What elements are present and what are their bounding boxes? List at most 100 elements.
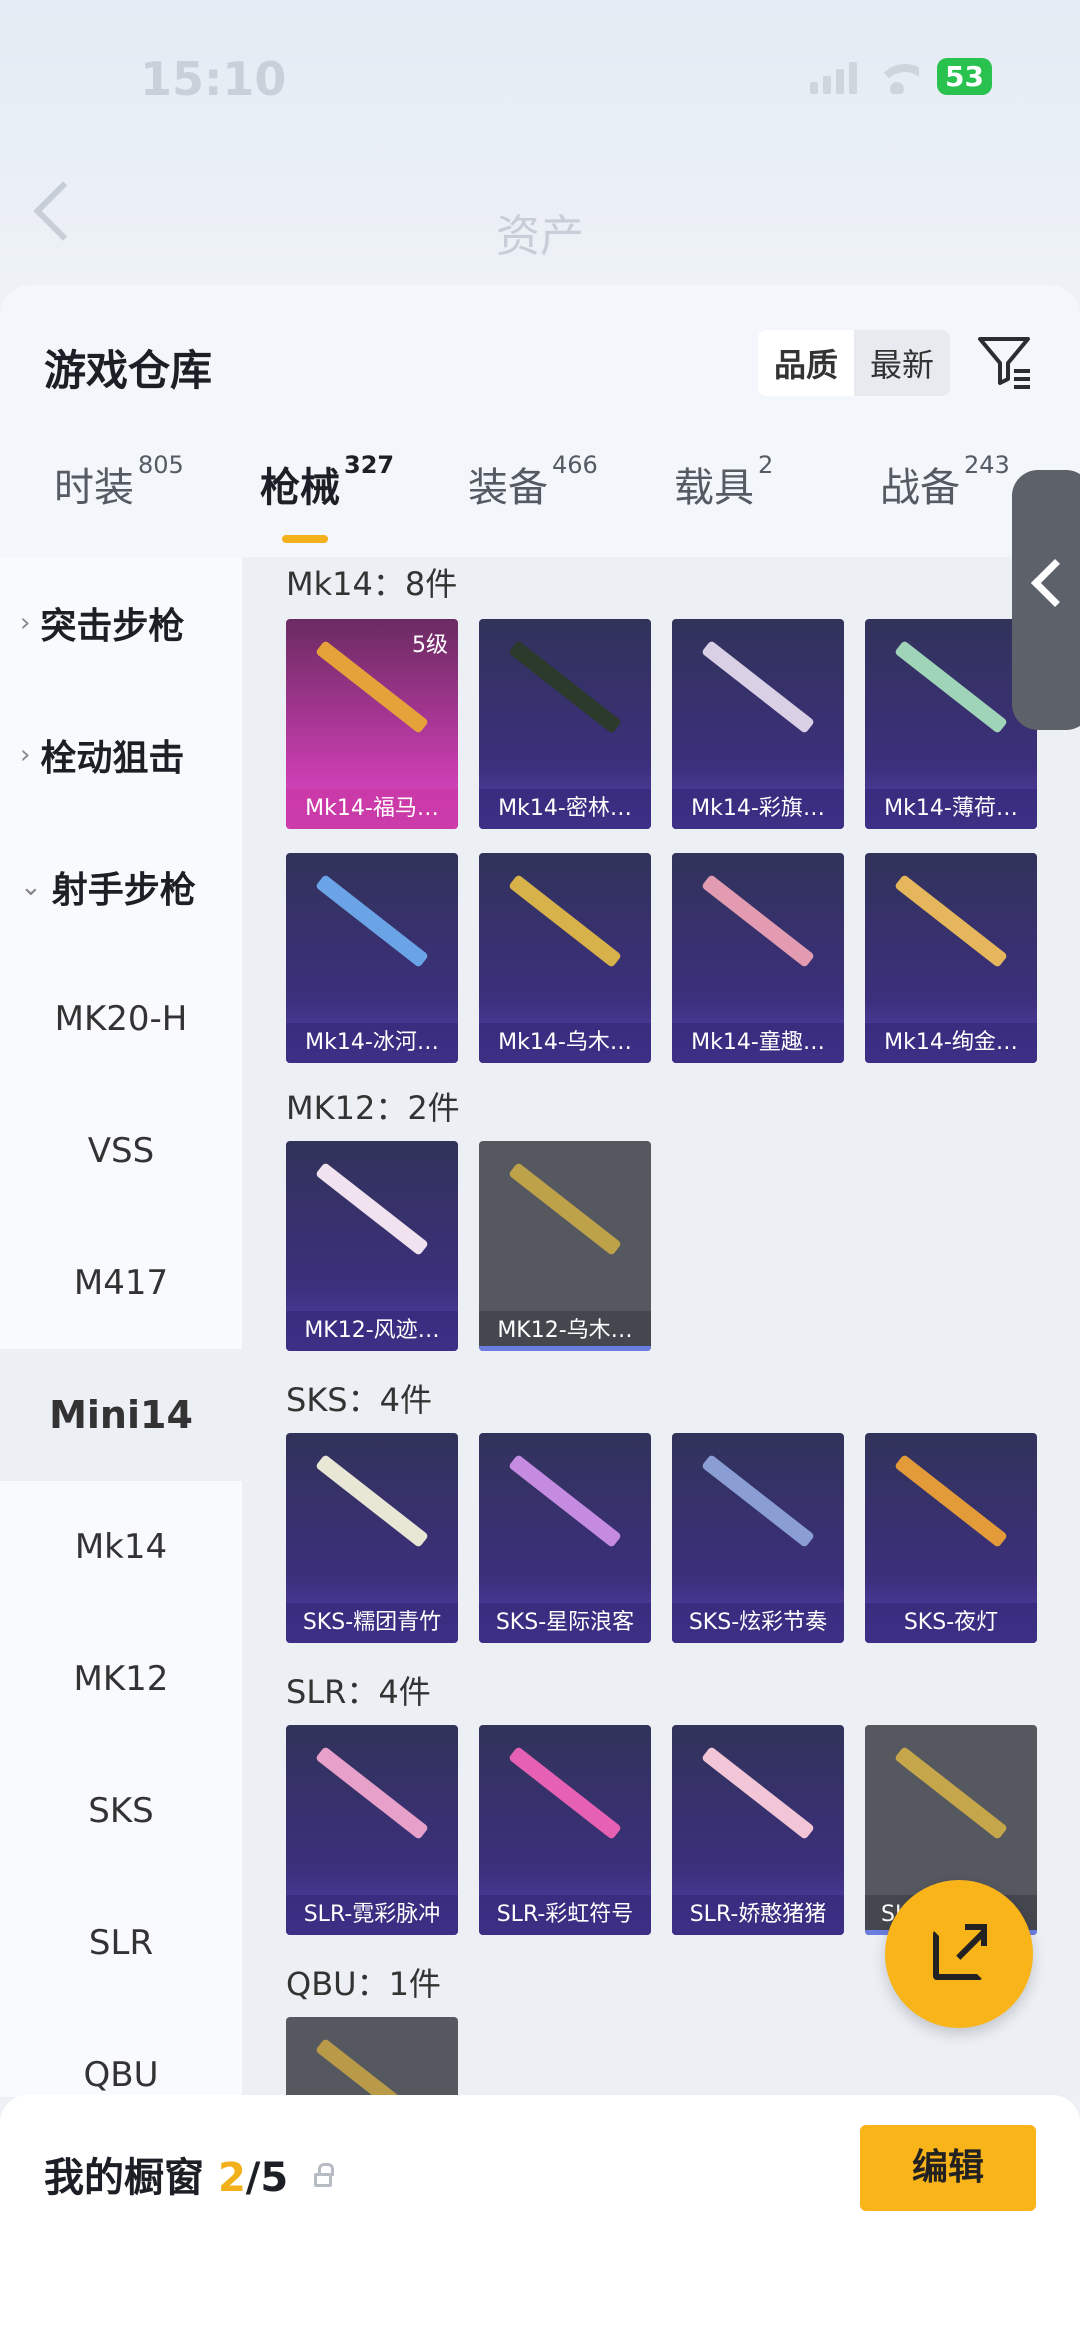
sidebar-group-bolt-sniper[interactable]: › 栓动狙击 — [0, 689, 242, 821]
skin-name: MK12-风迹… — [286, 1311, 458, 1351]
weapon-sidebar: › 突击步枪 › 栓动狙击 ⌄ 射手步枪 MK20-H VSS M417 Mini14… — [0, 557, 242, 2097]
status-icons: 53 — [810, 58, 992, 95]
app-header: 15:10 53 资产 — [0, 0, 1080, 285]
card-underline — [479, 1346, 651, 1351]
side-drawer-handle[interactable] — [1012, 470, 1080, 730]
skin-name: Mk14-薄荷… — [865, 789, 1037, 829]
skin-card[interactable]: SKS-星际浪客 — [479, 1433, 651, 1643]
wifi-icon — [875, 60, 920, 94]
sidebar-item-mini14[interactable]: Mini14 — [0, 1349, 242, 1481]
external-link-arrowhead — [965, 1924, 987, 1946]
gun-icon — [701, 1454, 815, 1548]
gun-icon — [701, 640, 815, 734]
skin-grid: Mk14：8件 5级 Mk14-福马… Mk14-密林… Mk14-彩旗… Mk1… — [242, 557, 1080, 2097]
chevron-right-icon: › — [20, 608, 31, 638]
sort-newest-button[interactable]: 最新 — [854, 330, 950, 396]
skin-name: Mk14-绚金… — [865, 1023, 1037, 1063]
skin-card[interactable]: SKS-糯团青竹 — [286, 1433, 458, 1643]
category-tabs: 时装 805 枪械 327 装备 466 载具 2 战备 243 — [0, 455, 1080, 545]
sidebar-item-mk12[interactable]: MK12 — [0, 1613, 242, 1745]
active-tab-indicator — [282, 535, 328, 543]
sidebar-item-mk20h[interactable]: MK20-H — [0, 953, 242, 1085]
chevron-down-icon: ⌄ — [20, 872, 42, 902]
skin-card[interactable]: Mk14-彩旗… — [672, 619, 844, 829]
panel-title: 游戏仓库 — [44, 346, 213, 395]
skin-card[interactable]: SKS-夜灯 — [865, 1433, 1037, 1643]
skin-name: SKS-炫彩节奏 — [672, 1603, 844, 1643]
share-button[interactable] — [885, 1880, 1033, 2028]
section-title-sks: SKS：4件 — [286, 1381, 432, 1419]
skin-name: Mk14-乌木… — [479, 1023, 651, 1063]
showcase-bar: 我的橱窗 2/5 编辑 — [0, 2095, 1080, 2341]
tab-guns[interactable]: 枪械 327 — [260, 455, 394, 513]
section-title-mk14: Mk14：8件 — [286, 565, 458, 603]
showcase-label: 我的橱窗 2/5 — [44, 2145, 335, 2203]
tab-fashion[interactable]: 时装 805 — [54, 455, 184, 513]
section-title-slr: SLR：4件 — [286, 1673, 431, 1711]
tab-equipment[interactable]: 装备 466 — [468, 455, 598, 513]
gun-icon — [315, 1454, 429, 1548]
sidebar-item-m417[interactable]: M417 — [0, 1217, 242, 1349]
sidebar-item-mk14[interactable]: Mk14 — [0, 1481, 242, 1613]
sidebar-item-vss[interactable]: VSS — [0, 1085, 242, 1217]
sort-toggle: 品质 最新 — [758, 330, 951, 396]
skin-card[interactable]: MK12-风迹… — [286, 1141, 458, 1351]
skin-card[interactable]: 5级 Mk14-福马… — [286, 619, 458, 829]
skin-card[interactable]: Mk14-乌木… — [479, 853, 651, 1063]
gun-icon — [508, 1454, 622, 1548]
gun-icon — [508, 1746, 622, 1840]
skin-name: Mk14-童趣… — [672, 1023, 844, 1063]
skin-name: MK12-乌木… — [479, 1311, 651, 1351]
skin-name: Mk14-冰河… — [286, 1023, 458, 1063]
skin-card[interactable]: SLR-彩虹符号 — [479, 1725, 651, 1935]
skin-card[interactable]: Mk14-密林… — [479, 619, 651, 829]
gun-icon — [315, 874, 429, 968]
sidebar-item-sks[interactable]: SKS — [0, 1745, 242, 1877]
skin-name: SLR-霓彩脉冲 — [286, 1895, 458, 1935]
skin-name: SKS-星际浪客 — [479, 1603, 651, 1643]
skin-name: SKS-糯团青竹 — [286, 1603, 458, 1643]
skin-card[interactable]: SLR-娇憨猪猪 — [672, 1725, 844, 1935]
skin-card[interactable]: SKS-炫彩节奏 — [672, 1433, 844, 1643]
gun-icon — [894, 1746, 1008, 1840]
skin-name: Mk14-密林… — [479, 789, 651, 829]
skin-card[interactable]: Mk14-童趣… — [672, 853, 844, 1063]
skin-name: Mk14-福马… — [286, 789, 458, 829]
warehouse-panel: 游戏仓库 品质 最新 时装 805 枪械 327 装备 466 载具 2 战备 243 ›… — [0, 285, 1080, 2097]
chevron-right-icon: › — [20, 740, 31, 770]
filter-icon[interactable] — [976, 333, 1032, 389]
battery-icon: 53 — [937, 58, 992, 95]
page-title: 资产 — [496, 211, 584, 262]
gun-icon — [315, 1746, 429, 1840]
section-title-qbu: QBU：1件 — [286, 1965, 441, 2003]
skin-name: SLR-娇憨猪猪 — [672, 1895, 844, 1935]
tab-vehicles[interactable]: 载具 2 — [674, 455, 773, 513]
status-time: 15:10 — [140, 52, 287, 106]
gun-icon — [315, 1162, 429, 1256]
sort-quality-button[interactable]: 品质 — [758, 330, 855, 396]
sidebar-group-assault-rifle[interactable]: › 突击步枪 — [0, 557, 242, 689]
skin-name: Mk14-彩旗… — [672, 789, 844, 829]
gun-icon — [894, 640, 1008, 734]
gun-icon — [508, 874, 622, 968]
gun-icon — [701, 1746, 815, 1840]
lock-icon — [314, 2163, 335, 2187]
skin-name: SLR-彩虹符号 — [479, 1895, 651, 1935]
sidebar-group-marksman-rifle[interactable]: ⌄ 射手步枪 — [0, 821, 242, 953]
edit-button[interactable]: 编辑 — [860, 2125, 1036, 2211]
sidebar-item-slr[interactable]: SLR — [0, 1877, 242, 2009]
signal-icon — [810, 60, 858, 94]
skin-name: SKS-夜灯 — [865, 1603, 1037, 1643]
gun-icon — [894, 1454, 1008, 1548]
tab-supplies[interactable]: 战备 243 — [880, 455, 1010, 513]
skin-card[interactable]: Mk14-冰河… — [286, 853, 458, 1063]
gun-icon — [701, 874, 815, 968]
gun-icon — [508, 640, 622, 734]
level-badge: 5级 — [412, 633, 448, 658]
skin-card[interactable] — [286, 2017, 458, 2097]
section-title-mk12: MK12：2件 — [286, 1089, 460, 1127]
skin-card[interactable]: Mk14-绚金… — [865, 853, 1037, 1063]
skin-card[interactable]: SLR-霓彩脉冲 — [286, 1725, 458, 1935]
skin-card[interactable]: MK12-乌木… — [479, 1141, 651, 1351]
gun-icon — [894, 874, 1008, 968]
